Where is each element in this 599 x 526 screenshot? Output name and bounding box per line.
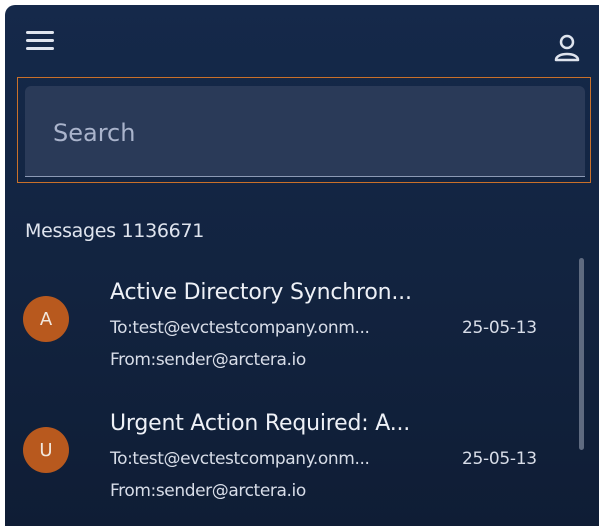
message-item[interactable]: U Urgent Action Required: A... To:test@e… — [5, 401, 575, 521]
message-from: From:sender@arctera.io — [110, 350, 306, 370]
message-subject: Active Directory Synchron... — [110, 280, 412, 305]
avatar-letter: A — [39, 308, 53, 330]
message-date: 25-05-13 — [462, 449, 537, 469]
message-from: From:sender@arctera.io — [110, 481, 306, 501]
message-subject: Urgent Action Required: A... — [110, 411, 411, 436]
search-field[interactable] — [25, 86, 585, 177]
user-account-icon[interactable] — [554, 33, 580, 63]
search-input[interactable] — [51, 114, 555, 152]
app-panel: Messages 1136671 A Active Directory Sync… — [5, 5, 599, 526]
avatar: A — [23, 296, 69, 342]
message-to: To:test@evctestcompany.onm... — [110, 449, 370, 469]
message-date: 25-05-13 — [462, 318, 537, 338]
search-box — [17, 77, 591, 183]
message-item[interactable]: A Active Directory Synchron... To:test@e… — [5, 270, 575, 390]
message-count: Messages 1136671 — [25, 220, 205, 242]
avatar-letter: U — [39, 439, 53, 461]
message-to: To:test@evctestcompany.onm... — [110, 318, 370, 338]
avatar: U — [23, 427, 69, 473]
scrollbar[interactable] — [579, 258, 584, 450]
hamburger-menu-icon[interactable] — [26, 31, 54, 51]
